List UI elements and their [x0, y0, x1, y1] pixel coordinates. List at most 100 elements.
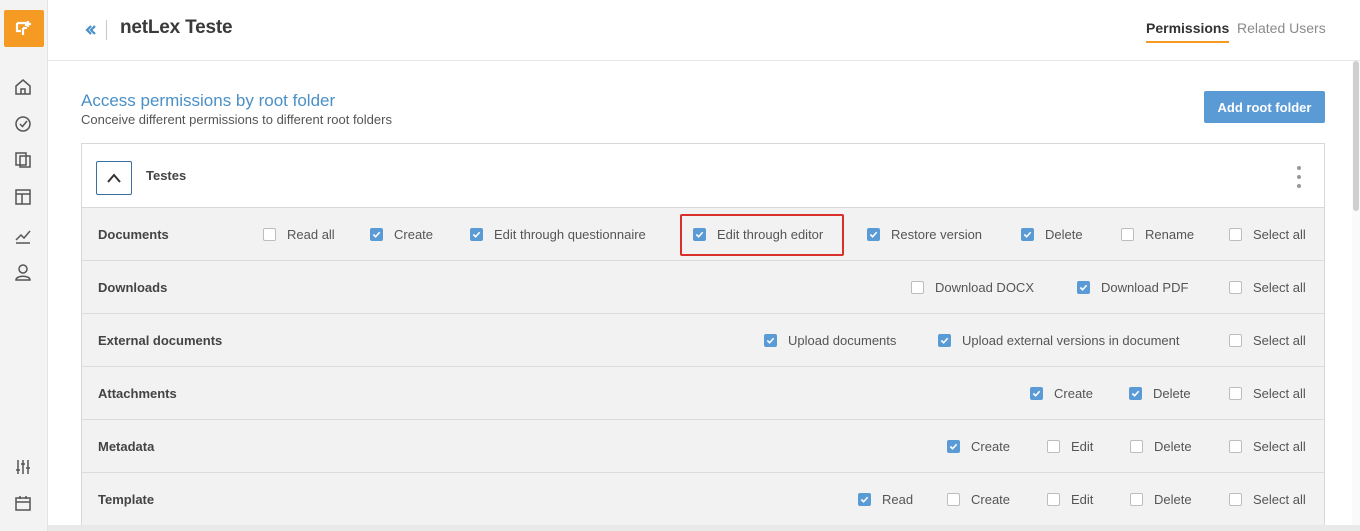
tab-permissions[interactable]: Permissions: [1146, 20, 1230, 43]
option-label: Delete: [1045, 227, 1083, 242]
permission-row-documents: Documents Read all Create Edit through ques…: [82, 208, 1324, 261]
option-download-docx[interactable]: Download DOCX: [911, 261, 1034, 314]
option-label: Download DOCX: [935, 280, 1034, 295]
checkbox-checked[interactable]: [867, 228, 880, 241]
checkbox-checked[interactable]: [1021, 228, 1034, 241]
checkbox-unchecked[interactable]: [1130, 493, 1143, 506]
vertical-scrollbar[interactable]: [1353, 61, 1359, 211]
checkbox-unchecked[interactable]: [947, 493, 960, 506]
option-create[interactable]: Create: [1030, 367, 1093, 420]
dashboard-check-icon[interactable]: [12, 113, 34, 135]
option-edit-through-editor[interactable]: Edit through editor: [693, 208, 823, 261]
section-subtitle: Conceive different permissions to differ…: [81, 112, 392, 127]
option-label: Edit through editor: [717, 227, 824, 242]
option-label: Download PDF: [1101, 280, 1189, 295]
checkbox-checked[interactable]: [858, 493, 871, 506]
option-select-all[interactable]: Select all: [1229, 420, 1306, 473]
chevron-up-icon: [107, 173, 121, 183]
checkbox-checked[interactable]: [693, 228, 706, 241]
checkbox-checked[interactable]: [1077, 281, 1090, 294]
home-icon[interactable]: [12, 76, 34, 98]
option-label: Create: [971, 439, 1011, 454]
option-read-all[interactable]: Read all: [263, 208, 335, 261]
checkbox-checked[interactable]: [764, 334, 777, 347]
option-label: Delete: [1153, 386, 1191, 401]
row-label: Template: [98, 492, 155, 507]
user-icon[interactable]: [12, 261, 34, 283]
documents-icon[interactable]: [12, 149, 34, 171]
option-edit-through-questionnaire[interactable]: Edit through questionnaire: [470, 208, 646, 261]
option-label: Read: [882, 492, 914, 507]
option-select-all[interactable]: Select all: [1229, 367, 1306, 420]
checkbox-checked[interactable]: [1129, 387, 1142, 400]
option-select-all[interactable]: Select all: [1229, 473, 1306, 526]
permission-row-external-documents: External documents Upload documents Upload…: [82, 314, 1324, 367]
option-delete[interactable]: Delete: [1129, 367, 1191, 420]
option-select-all[interactable]: Select all: [1229, 208, 1306, 261]
checkbox-unchecked[interactable]: [1229, 281, 1242, 294]
option-delete[interactable]: Delete: [1130, 473, 1192, 526]
collapse-button[interactable]: [96, 161, 132, 195]
checkbox-checked[interactable]: [938, 334, 951, 347]
more-options-icon[interactable]: [1294, 166, 1304, 188]
horizontal-scrollbar[interactable]: [48, 525, 1360, 531]
analytics-icon[interactable]: [12, 225, 34, 247]
option-label: Select all: [1253, 492, 1306, 507]
option-label: Delete: [1154, 492, 1192, 507]
app-logo[interactable]: [4, 10, 44, 47]
option-label: Delete: [1154, 439, 1192, 454]
add-root-folder-button[interactable]: Add root folder: [1204, 91, 1325, 123]
option-create[interactable]: Create: [947, 473, 1010, 526]
option-create[interactable]: Create: [947, 420, 1010, 473]
checkbox-unchecked[interactable]: [1047, 493, 1060, 506]
checkbox-unchecked[interactable]: [1130, 440, 1143, 453]
option-label: Read all: [287, 227, 335, 242]
option-download-pdf[interactable]: Download PDF: [1077, 261, 1188, 314]
checkbox-unchecked[interactable]: [1229, 440, 1242, 453]
option-label: Upload documents: [788, 333, 897, 348]
checkbox-checked[interactable]: [470, 228, 483, 241]
option-upload-documents[interactable]: Upload documents: [764, 314, 896, 367]
permission-row-metadata: Metadata Create Edit Delete Select all: [82, 420, 1324, 473]
row-label: Documents: [98, 227, 169, 242]
option-select-all[interactable]: Select all: [1229, 261, 1306, 314]
checkbox-unchecked[interactable]: [1229, 228, 1242, 241]
checkbox-unchecked[interactable]: [1229, 493, 1242, 506]
permission-row-attachments: Attachments Create Delete Select all: [82, 367, 1324, 420]
templates-icon[interactable]: [12, 186, 34, 208]
checkbox-unchecked[interactable]: [1047, 440, 1060, 453]
option-read[interactable]: Read: [858, 473, 913, 526]
checkbox-checked[interactable]: [947, 440, 960, 453]
checkbox-unchecked[interactable]: [1229, 387, 1242, 400]
tab-related-users[interactable]: Related Users: [1237, 20, 1326, 36]
option-select-all[interactable]: Select all: [1229, 314, 1306, 367]
option-upload-external-versions-in-document[interactable]: Upload external versions in document: [938, 314, 1180, 367]
option-label: Select all: [1253, 333, 1306, 348]
option-delete[interactable]: Delete: [1130, 420, 1192, 473]
section-title: Access permissions by root folder: [81, 91, 336, 110]
option-label: Create: [971, 492, 1011, 507]
checkbox-checked[interactable]: [370, 228, 383, 241]
option-label: Select all: [1253, 386, 1306, 401]
folder-header: Testes: [82, 144, 1324, 208]
calendar-icon[interactable]: [12, 492, 34, 514]
option-edit[interactable]: Edit: [1047, 473, 1093, 526]
checkbox-unchecked[interactable]: [911, 281, 924, 294]
option-delete[interactable]: Delete: [1021, 208, 1083, 261]
option-create[interactable]: Create: [370, 208, 433, 261]
double-chevron-left-icon: [85, 25, 96, 35]
checkbox-checked[interactable]: [1030, 387, 1043, 400]
option-label: Edit: [1071, 492, 1094, 507]
option-edit[interactable]: Edit: [1047, 420, 1093, 473]
option-rename[interactable]: Rename: [1121, 208, 1194, 261]
option-label: Select all: [1253, 227, 1306, 242]
main-content: Access permissions by root folder Concei…: [48, 61, 1360, 531]
back-button[interactable]: [84, 20, 98, 40]
option-label: Rename: [1145, 227, 1195, 242]
option-restore-version[interactable]: Restore version: [867, 208, 982, 261]
option-label: Select all: [1253, 280, 1306, 295]
checkbox-unchecked[interactable]: [1121, 228, 1134, 241]
checkbox-unchecked[interactable]: [1229, 334, 1242, 347]
checkbox-unchecked[interactable]: [263, 228, 276, 241]
settings-sliders-icon[interactable]: [12, 456, 34, 478]
